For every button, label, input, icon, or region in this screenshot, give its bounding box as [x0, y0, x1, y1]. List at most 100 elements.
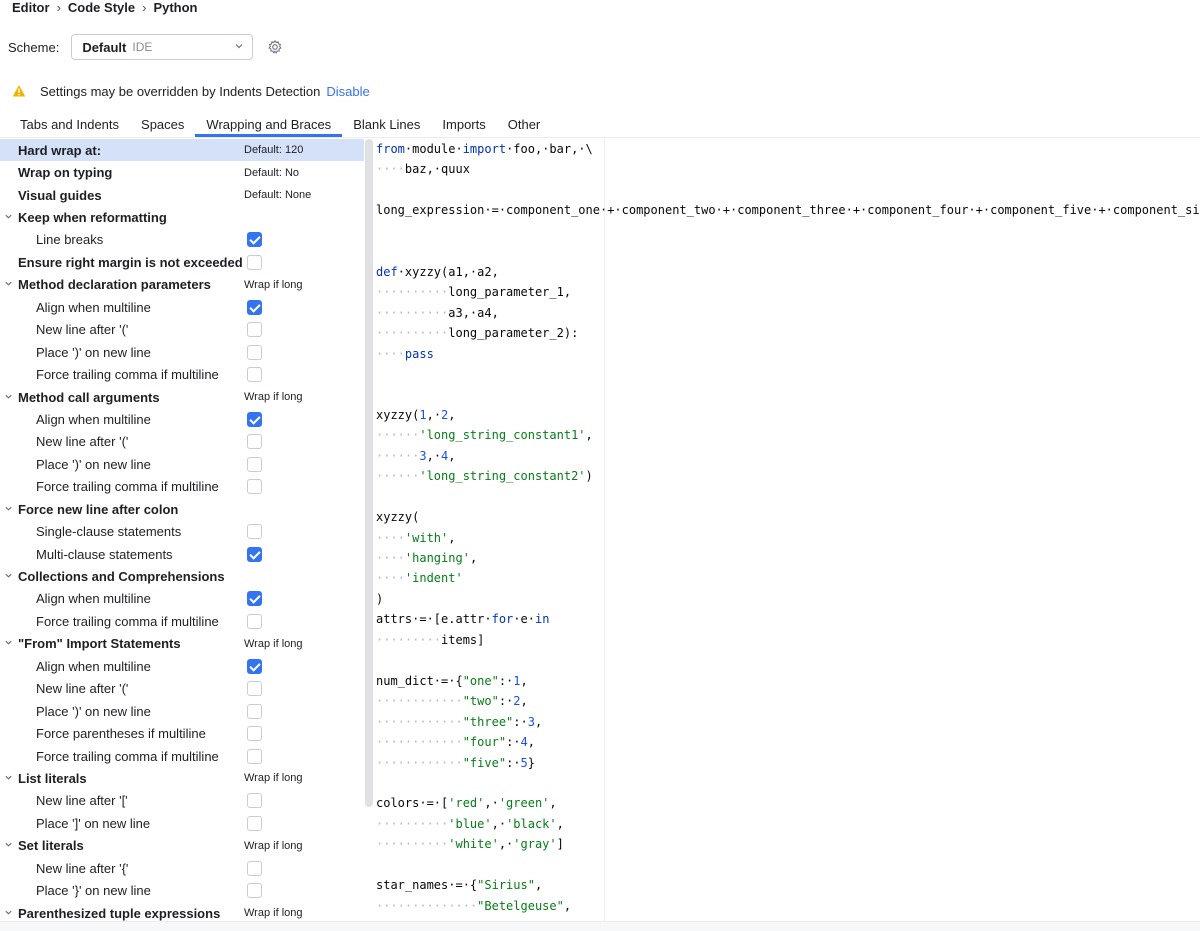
option-checkbox[interactable]: [247, 748, 262, 764]
option-row-set-literals[interactable]: Set literals Wrap if long: [0, 835, 364, 857]
option-row-collections-and-comprehensions[interactable]: Collections and Comprehensions: [0, 565, 364, 587]
option-row-hard-wrap-at[interactable]: Hard wrap at: Default: 120: [0, 139, 364, 162]
option-row-force-trailing-comma-if-multiline[interactable]: Force trailing comma if multiline: [0, 476, 364, 498]
chevron-down-icon[interactable]: [3, 908, 13, 919]
option-checkbox[interactable]: [247, 434, 262, 450]
option-checkbox[interactable]: [247, 524, 262, 540]
option-row-from-import-statements[interactable]: "From" Import Statements Wrap if long: [0, 633, 364, 655]
option-checkbox[interactable]: [247, 344, 262, 360]
option-row-force-parentheses-if-multiline[interactable]: Force parentheses if multiline: [0, 722, 364, 744]
code-token: ,: [448, 407, 456, 422]
option-row-place-on-new-line[interactable]: Place ')' on new line: [0, 700, 364, 722]
option-row-place-on-new-line[interactable]: Place ')' on new line: [0, 341, 364, 363]
option-row-wrap-on-typing[interactable]: Wrap on typing Default: No: [0, 161, 364, 183]
option-row-multi-clause-statements[interactable]: Multi-clause statements: [0, 543, 364, 565]
option-value[interactable]: Default: None: [244, 189, 311, 201]
option-value[interactable]: Wrap if long: [244, 772, 303, 784]
option-checkbox[interactable]: [247, 726, 262, 742]
option-checkbox[interactable]: [247, 613, 262, 629]
option-checkbox[interactable]: [247, 703, 262, 719]
option-checkbox[interactable]: [247, 815, 262, 831]
option-checkbox[interactable]: [247, 479, 262, 495]
option-row-force-trailing-comma-if-multiline[interactable]: Force trailing comma if multiline: [0, 745, 364, 767]
option-checkbox[interactable]: [247, 367, 262, 383]
breadcrumb-item-code-style[interactable]: Code Style: [68, 0, 135, 16]
option-checkbox[interactable]: [247, 411, 262, 427]
option-row-force-trailing-comma-if-multiline[interactable]: Force trailing comma if multiline: [0, 610, 364, 632]
option-row-new-line-after[interactable]: New line after '{': [0, 857, 364, 879]
option-value[interactable]: Wrap if long: [244, 638, 303, 650]
tab-other[interactable]: Other: [497, 114, 552, 137]
option-row-force-trailing-comma-if-multiline[interactable]: Force trailing comma if multiline: [0, 363, 364, 385]
code-token: ····: [376, 571, 405, 586]
option-row-align-when-multiline[interactable]: Align when multiline: [0, 408, 364, 430]
option-checkbox[interactable]: [247, 591, 262, 607]
option-row-list-literals[interactable]: List literals Wrap if long: [0, 767, 364, 789]
option-checkbox[interactable]: [247, 793, 262, 809]
option-checkbox[interactable]: [247, 322, 262, 338]
option-row-force-new-line-after-colon[interactable]: Force new line after colon: [0, 498, 364, 520]
option-row-visual-guides[interactable]: Visual guides Default: None: [0, 184, 364, 206]
option-checkbox[interactable]: [247, 883, 262, 899]
code-token: baz,·quux: [404, 162, 470, 177]
option-row-keep-when-reformatting[interactable]: Keep when reformatting: [0, 206, 364, 228]
tab-tabs-and-indents[interactable]: Tabs and Indents: [0, 114, 130, 137]
chevron-down-icon[interactable]: [3, 840, 13, 851]
option-row-align-when-multiline[interactable]: Align when multiline: [0, 296, 364, 318]
option-checkbox[interactable]: [247, 232, 262, 248]
option-row-new-line-after[interactable]: New line after '[': [0, 790, 364, 812]
chevron-down-icon[interactable]: [3, 773, 13, 784]
chevron-down-icon[interactable]: [3, 638, 13, 649]
option-checkbox[interactable]: [247, 299, 262, 315]
code-token: pass: [404, 346, 434, 361]
option-row-place-on-new-line[interactable]: Place ']' on new line: [0, 812, 364, 834]
option-label: Parenthesized tuple expressions: [18, 905, 221, 921]
option-value[interactable]: Default: No: [244, 167, 299, 179]
warning-text: Settings may be overridden by Indents De…: [40, 83, 321, 99]
option-value[interactable]: Wrap if long: [244, 840, 303, 852]
option-checkbox[interactable]: [247, 456, 262, 472]
scheme-name: Default: [82, 39, 127, 55]
tab-wrapping-and-braces[interactable]: Wrapping and Braces: [195, 114, 343, 137]
disable-link[interactable]: Disable: [326, 84, 369, 99]
tab-spaces[interactable]: Spaces: [130, 114, 195, 137]
chevron-down-icon[interactable]: [3, 504, 13, 515]
code-token: ,·: [426, 407, 442, 422]
option-checkbox[interactable]: [247, 681, 262, 697]
tab-imports[interactable]: Imports: [431, 114, 496, 137]
gear-icon[interactable]: [267, 39, 283, 55]
code-line: ··············"Betelgeuse",: [376, 896, 571, 916]
option-checkbox[interactable]: [247, 254, 262, 270]
breadcrumb-item-editor[interactable]: Editor: [12, 0, 50, 16]
option-row-single-clause-statements[interactable]: Single-clause statements: [0, 520, 364, 542]
option-checkbox[interactable]: [247, 658, 262, 674]
option-row-new-line-after[interactable]: New line after '(': [0, 431, 364, 453]
scheme-dropdown[interactable]: Default IDE: [71, 34, 254, 60]
option-checkbox[interactable]: [247, 860, 262, 876]
chevron-down-icon[interactable]: [3, 571, 13, 582]
code-line: ······'long_string_constant1',: [376, 425, 593, 445]
option-row-new-line-after[interactable]: New line after '(': [0, 319, 364, 341]
option-value[interactable]: Wrap if long: [244, 907, 303, 919]
option-value[interactable]: Wrap if long: [244, 279, 303, 291]
option-row-line-breaks[interactable]: Line breaks: [0, 229, 364, 251]
chevron-down-icon[interactable]: [3, 279, 13, 290]
option-row-align-when-multiline[interactable]: Align when multiline: [0, 588, 364, 610]
option-row-method-call-arguments[interactable]: Method call arguments Wrap if long: [0, 386, 364, 408]
option-row-place-on-new-line[interactable]: Place ')' on new line: [0, 453, 364, 475]
option-checkbox[interactable]: [247, 546, 262, 562]
tab-blank-lines[interactable]: Blank Lines: [342, 114, 431, 137]
chevron-down-icon[interactable]: [3, 392, 13, 403]
option-row-method-declaration-parameters[interactable]: Method declaration parameters Wrap if lon…: [0, 274, 364, 296]
chevron-down-icon[interactable]: [3, 212, 13, 223]
option-value[interactable]: Wrap if long: [244, 391, 303, 403]
code-token: ······: [376, 469, 420, 484]
option-row-ensure-right-margin-is-not-exceeded[interactable]: Ensure right margin is not exceeded: [0, 251, 364, 273]
option-row-new-line-after[interactable]: New line after '(': [0, 678, 364, 700]
options-scrollbar[interactable]: [365, 139, 373, 807]
code-token: attrs·=·[e.attr·: [376, 612, 492, 627]
option-row-place-on-new-line[interactable]: Place '}' on new line: [0, 879, 364, 901]
option-row-align-when-multiline[interactable]: Align when multiline: [0, 655, 364, 677]
option-value[interactable]: Default: 120: [244, 144, 303, 156]
option-label: Hard wrap at:: [18, 142, 102, 158]
